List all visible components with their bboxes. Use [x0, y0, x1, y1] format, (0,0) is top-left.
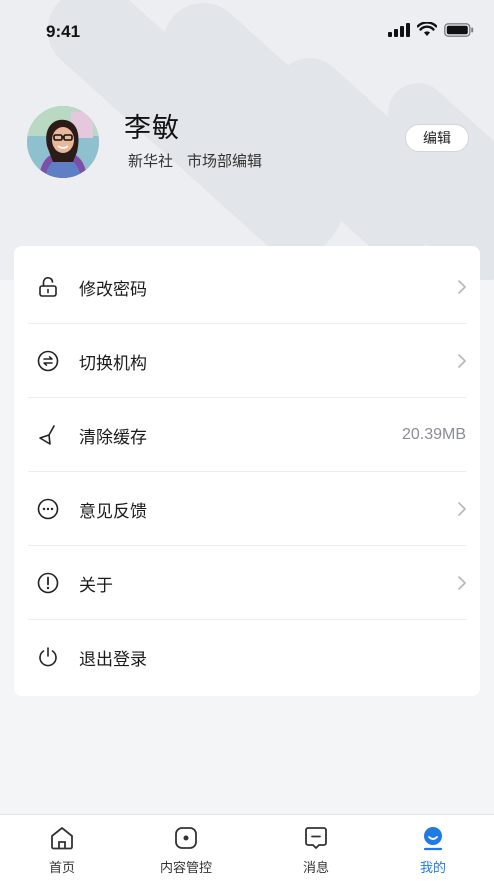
menu-item-feedback[interactable]: 意见反馈	[14, 472, 480, 546]
bottom-tab-bar: 首页 内容管控 消息 我的	[0, 814, 494, 881]
tab-label: 我的	[419, 861, 446, 876]
user-name: 李敏	[124, 113, 180, 144]
tab-label: 内容管控	[159, 861, 212, 876]
broom-icon	[36, 423, 60, 447]
edit-profile-button[interactable]: 编辑	[405, 124, 469, 152]
menu-item-label: 清除缓存	[79, 427, 147, 448]
menu-item-label: 切换机构	[79, 353, 147, 374]
tab-content-control[interactable]: 内容管控	[136, 815, 236, 881]
user-position: 市场部编辑	[187, 152, 263, 170]
menu-item-about[interactable]: 关于	[14, 546, 480, 620]
switch-icon	[36, 349, 60, 373]
message-icon	[305, 827, 327, 849]
tab-home[interactable]: 首页	[12, 815, 112, 881]
wifi-icon	[417, 22, 437, 36]
chevron-right-icon	[458, 280, 466, 294]
menu-item-label: 退出登录	[79, 649, 147, 670]
cellular-signal-icon	[388, 22, 410, 37]
home-icon	[51, 827, 73, 850]
menu-item-label: 关于	[79, 575, 113, 596]
menu-item-label: 修改密码	[79, 279, 147, 300]
menu-item-change-password[interactable]: 修改密码	[14, 250, 480, 324]
chevron-right-icon	[458, 576, 466, 590]
menu-item-label: 意见反馈	[79, 501, 147, 522]
tab-label: 首页	[48, 861, 75, 876]
status-time: 9:41	[46, 22, 81, 41]
tab-messages[interactable]: 消息	[266, 815, 366, 881]
feedback-icon	[36, 497, 60, 521]
lock-open-icon	[36, 275, 60, 299]
user-affiliation: 新华社 市场部编辑	[128, 150, 262, 171]
chevron-right-icon	[458, 354, 466, 368]
battery-icon	[444, 22, 474, 37]
user-organization: 新华社	[128, 152, 174, 170]
profile-icon	[423, 827, 443, 851]
info-icon	[36, 571, 60, 595]
power-icon	[36, 645, 60, 669]
menu-item-logout[interactable]: 退出登录	[14, 620, 480, 694]
tab-label: 消息	[302, 861, 329, 876]
settings-menu: 修改密码 切换机构 清除缓存 20.39MB 意见反馈 关于 退出登录	[14, 246, 480, 696]
content-control-icon	[175, 827, 197, 849]
avatar[interactable]	[27, 106, 99, 178]
status-bar: 9:41	[0, 0, 494, 62]
chevron-right-icon	[458, 502, 466, 516]
menu-item-switch-organization[interactable]: 切换机构	[14, 324, 480, 398]
tab-profile[interactable]: 我的	[383, 815, 483, 881]
menu-item-clear-cache[interactable]: 清除缓存 20.39MB	[14, 398, 480, 472]
cache-size: 20.39MB	[401, 426, 466, 443]
